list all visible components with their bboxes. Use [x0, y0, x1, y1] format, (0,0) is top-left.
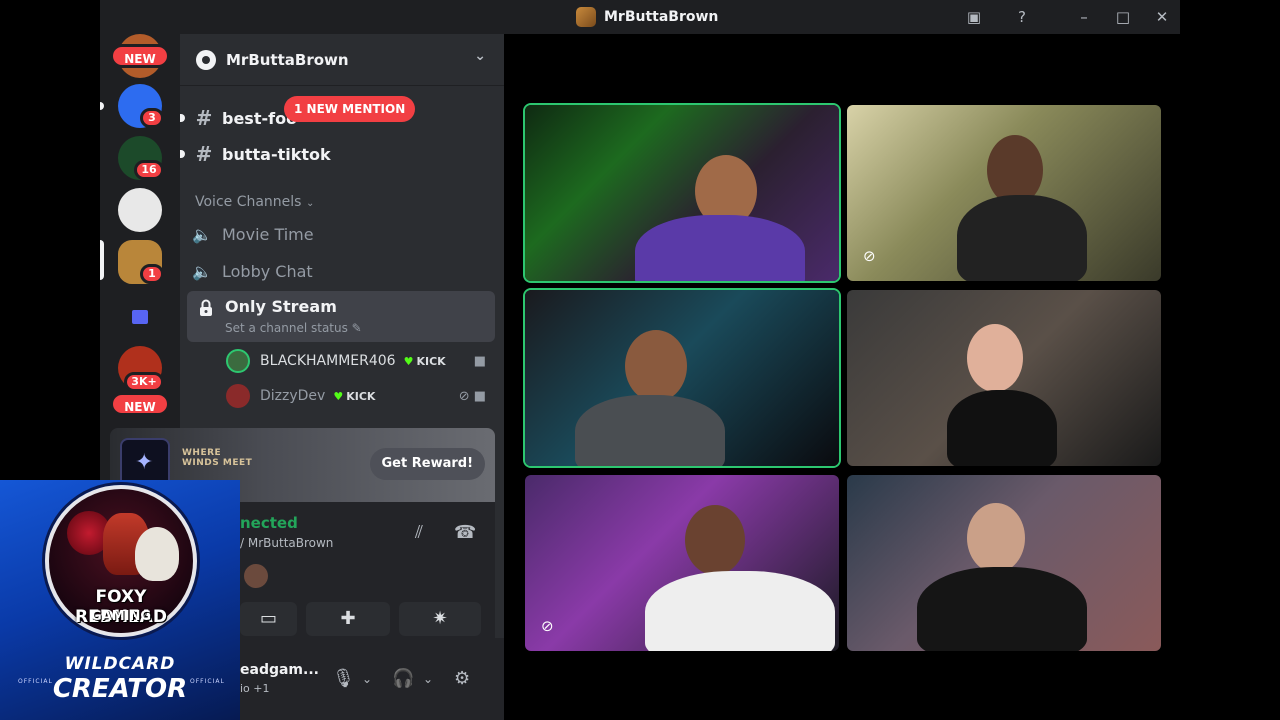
- mention-badge: 3K+: [124, 372, 164, 392]
- minimize-button[interactable]: –: [1072, 6, 1096, 28]
- video-tile[interactable]: ⊘: [847, 105, 1161, 281]
- user-panel: eadgam... io +1 🎙 ⌄ 🎧 ⌄ ⚙: [240, 638, 504, 720]
- activities-button[interactable]: ✚: [306, 602, 390, 636]
- server-header[interactable]: MrButtaBrown ⌄: [180, 34, 504, 86]
- voice-category[interactable]: Voice Channels ⌄: [195, 194, 314, 210]
- chevron-down-icon[interactable]: ⌄: [362, 672, 372, 686]
- hash-icon: #: [195, 106, 213, 130]
- voice-panel: nected / MrButtaBrown ⫽ ☎ ▭ ✚ ✷: [240, 502, 495, 638]
- muted-icon: ⊘: [863, 247, 876, 265]
- video-tile[interactable]: [847, 475, 1161, 651]
- video-tile[interactable]: [525, 105, 839, 281]
- window-title: MrButtaBrown: [576, 7, 718, 27]
- avatar: [226, 349, 250, 373]
- chevron-down-icon[interactable]: ⌄: [423, 672, 433, 686]
- voice-user[interactable]: BLACKHAMMER406 ♥ KICK ■: [226, 346, 494, 376]
- participant-face: [967, 324, 1023, 392]
- server-gear-icon: [196, 49, 216, 70]
- avatar: [244, 564, 268, 588]
- creator-text: CREATOR: [52, 674, 188, 704]
- connection-channel[interactable]: / MrButtaBrown: [240, 536, 333, 550]
- participant-body: [635, 215, 805, 281]
- unread-dot: [180, 150, 185, 158]
- mention-badge: 3: [140, 108, 164, 128]
- camera-icon: ⊘ ■: [458, 388, 486, 404]
- folder-icon[interactable]: [118, 296, 162, 340]
- microphone-icon[interactable]: 🎙: [332, 668, 355, 689]
- speaker-icon: 🔈: [192, 224, 212, 244]
- username[interactable]: eadgam...: [240, 662, 319, 678]
- camera-icon: ■: [473, 353, 486, 369]
- disconnect-icon[interactable]: ☎: [454, 522, 476, 543]
- channel-butta-tiktok[interactable]: # butta-tiktok: [180, 137, 494, 171]
- kick-badge: ♥ KICK: [333, 389, 376, 403]
- close-button[interactable]: ✕: [1150, 6, 1174, 28]
- participant-body: [645, 571, 835, 651]
- video-tile[interactable]: [525, 290, 839, 466]
- maximize-button[interactable]: □: [1111, 6, 1135, 28]
- settings-gear-icon[interactable]: ⚙: [454, 668, 470, 689]
- skull-graphic: [135, 527, 179, 581]
- new-mention-pill[interactable]: 1 NEW MENTION: [284, 96, 416, 122]
- chevron-down-icon[interactable]: ⌄: [474, 48, 486, 64]
- user-status: io +1: [240, 682, 270, 695]
- headphones-icon[interactable]: 🎧: [392, 668, 414, 689]
- unread-indicator: [100, 102, 104, 110]
- hash-icon: #: [195, 142, 213, 166]
- channel-status[interactable]: Set a channel status ✎: [225, 321, 362, 335]
- server-icon: [576, 7, 596, 27]
- participant-face: [685, 505, 745, 575]
- screen-share-button[interactable]: ▭: [240, 602, 297, 636]
- noise-suppression-icon[interactable]: ⫽: [415, 522, 423, 543]
- participant-body: [957, 195, 1087, 281]
- speaker-icon: 🔈: [192, 261, 212, 281]
- participant-face: [625, 330, 687, 402]
- new-badge[interactable]: NEW: [110, 392, 170, 416]
- screen-share-icon[interactable]: ▣: [962, 6, 986, 28]
- lock-icon: [200, 299, 212, 316]
- video-tile[interactable]: [847, 290, 1161, 466]
- muted-icon: ⊘: [541, 617, 554, 635]
- game-logo: WHERE WINDS MEET: [182, 448, 253, 468]
- unread-dot: [180, 114, 185, 122]
- chevron-down-icon: ⌄: [305, 198, 315, 209]
- streamer-overlay: FOXY REDHEAD GAMING OFFICIAL OFFICIAL WI…: [0, 480, 240, 720]
- selected-indicator: [100, 240, 104, 280]
- voice-user[interactable]: DizzyDev ♥ KICK ⊘ ■: [226, 381, 494, 411]
- help-icon[interactable]: ?: [1010, 6, 1034, 28]
- kick-badge: ♥ KICK: [403, 354, 446, 368]
- mention-badge: 1: [140, 264, 164, 284]
- video-tile[interactable]: ⊘: [525, 475, 839, 651]
- channel-only-stream[interactable]: Only Stream Set a channel status ✎: [187, 291, 495, 342]
- server-icon-ninja[interactable]: [118, 188, 162, 232]
- participant-body: [917, 567, 1087, 651]
- get-reward-button[interactable]: Get Reward!: [369, 448, 485, 480]
- participant-body: [575, 395, 725, 466]
- mention-badge: 16: [134, 160, 164, 180]
- new-badge[interactable]: NEW: [110, 44, 170, 68]
- connection-status: nected: [240, 514, 298, 532]
- wildcard-text: WILDCARD: [64, 654, 176, 674]
- participant-face: [967, 503, 1025, 573]
- channel-lobby-chat[interactable]: 🔈 Lobby Chat: [188, 254, 494, 288]
- participant-body: [947, 390, 1057, 466]
- soundboard-button[interactable]: ✷: [399, 602, 481, 636]
- title-bar: MrButtaBrown ▣ ? – □ ✕: [100, 0, 1180, 34]
- channel-movie-time[interactable]: 🔈 Movie Time: [188, 217, 494, 251]
- foxy-redhead-logo: FOXY REDHEAD GAMING: [45, 485, 197, 637]
- avatar: [226, 384, 250, 408]
- video-grid: ⊘ ⊘: [504, 34, 1180, 720]
